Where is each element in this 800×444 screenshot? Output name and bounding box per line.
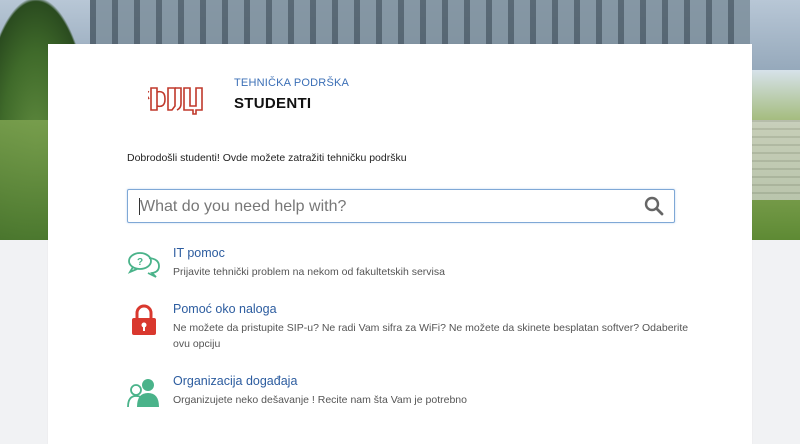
service-title[interactable]: Pomoć oko naloga — [173, 302, 277, 316]
logo-icon — [148, 87, 203, 115]
search-box — [127, 189, 675, 224]
search-input[interactable] — [138, 190, 632, 224]
brand-logo — [148, 82, 208, 122]
search-icon[interactable] — [644, 196, 664, 216]
users-icon — [127, 376, 161, 410]
service-title[interactable]: Organizacija događaja — [173, 374, 297, 388]
svg-text:?: ? — [137, 257, 143, 268]
service-description: Prijavite tehnički problem na nekom od f… — [173, 266, 445, 278]
brand-title: STUDENTI — [234, 95, 312, 112]
main-card: TEHNIČKA PODRŠKA STUDENTI Dobrodošli stu… — [48, 44, 752, 444]
service-description: Organizujete neko dešavanje ! Recite nam… — [173, 394, 467, 406]
banner-building-right — [750, 120, 800, 200]
service-title[interactable]: IT pomoc — [173, 246, 225, 260]
chat-bubbles-icon: ? — [127, 248, 161, 282]
brand-subtitle: TEHNIČKA PODRŠKA — [234, 77, 350, 89]
welcome-text: Dobrodošli studenti! Ovde možete zatraži… — [127, 152, 407, 164]
lock-icon — [127, 304, 161, 338]
service-description: Ne možete da pristupite SIP-u? Ne radi V… — [173, 322, 689, 350]
